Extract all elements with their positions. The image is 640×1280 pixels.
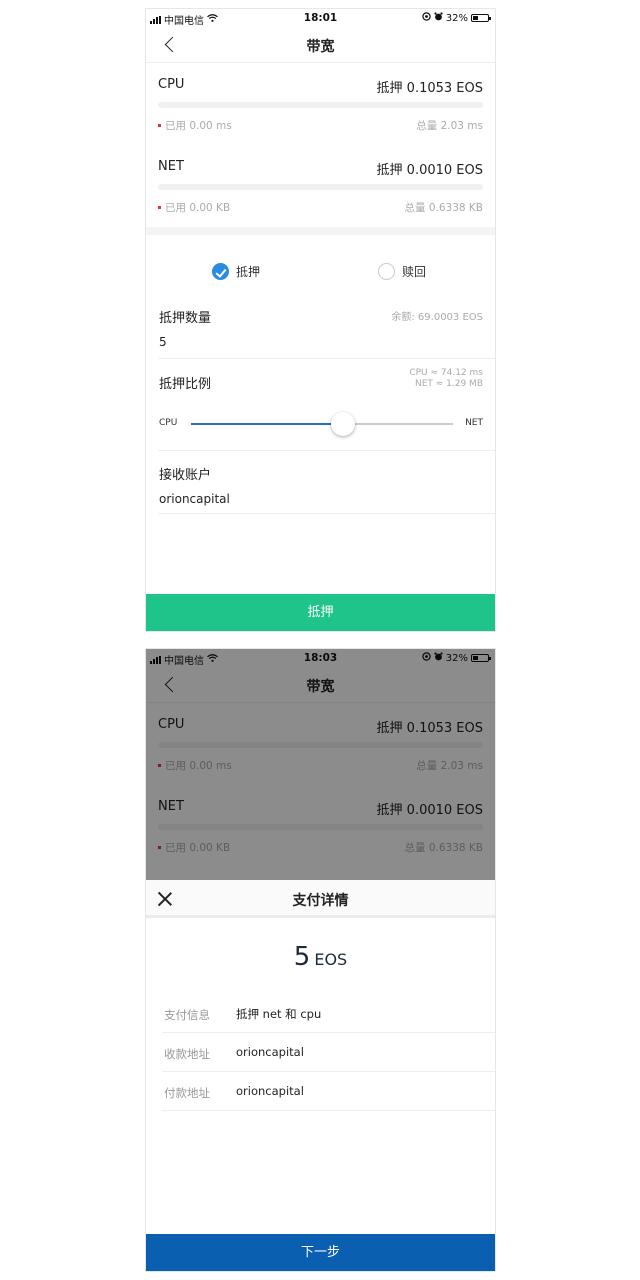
- sheet-header: 支付详情: [146, 880, 495, 918]
- bandwidth-screen: 中国电信 18:01 32% 带宽 CPU 抵押 0.1053 EOS 已用 0…: [145, 8, 496, 632]
- radio-empty-icon: [378, 263, 395, 280]
- section-divider: [146, 227, 495, 235]
- slider-cpu-label: CPU: [159, 418, 178, 428]
- net-used: 已用 0.00 KB: [165, 202, 231, 214]
- net-usage-bar: [158, 184, 483, 190]
- stake-radio-label: 抵押: [236, 265, 261, 279]
- battery-percent: 32%: [445, 12, 468, 24]
- amount-value: 5: [293, 942, 311, 972]
- status-bar: 中国电信 18:01 32%: [146, 9, 495, 27]
- unstake-radio-label: 赎回: [402, 265, 427, 279]
- amount-unit: EOS: [314, 950, 348, 969]
- stake-radio[interactable]: 抵押: [212, 263, 260, 280]
- sheet-title: 支付详情: [292, 893, 349, 909]
- alarm-icon: [434, 12, 443, 24]
- next-step-button[interactable]: 下一步: [146, 1234, 495, 1271]
- divider: [158, 450, 495, 451]
- cpu-staked: 抵押 0.1053 EOS: [376, 81, 483, 96]
- cpu-total: 总量 2.03 ms: [416, 120, 483, 132]
- receiver-label: 接收账户: [159, 468, 212, 483]
- receiver-input[interactable]: orioncapital: [159, 492, 230, 506]
- info-key: 支付信息: [164, 1008, 210, 1022]
- stake-amount-label: 抵押数量: [159, 311, 212, 326]
- info-value: orioncapital: [236, 1084, 304, 1098]
- cpu-usage-bar: [158, 102, 483, 108]
- ratio-label: 抵押比例: [159, 377, 212, 392]
- used-dot-icon: [158, 206, 161, 209]
- payment-details-screen: 中国电信 18:03 32% 带宽 CPU 抵押 0.1053 EOS 已用 0…: [145, 648, 496, 1272]
- unstake-radio[interactable]: 赎回: [378, 263, 426, 280]
- cpu-estimate: CPU ≈ 74.12 ms: [409, 368, 483, 378]
- info-value: 抵押 net 和 cpu: [236, 1007, 322, 1021]
- page-title: 带宽: [306, 39, 335, 55]
- balance-text: 余额: 69.0003 EOS: [391, 312, 483, 323]
- check-icon: [212, 263, 229, 280]
- net-estimate: NET ≈ 1.29 MB: [414, 379, 483, 389]
- mode-selector: 抵押 赎回: [146, 263, 495, 283]
- info-key: 付款地址: [164, 1086, 210, 1100]
- info-key: 收款地址: [164, 1047, 210, 1061]
- net-staked: 抵押 0.0010 EOS: [376, 163, 483, 178]
- info-row-pay-address: 付款地址 orioncapital: [162, 1072, 495, 1111]
- slider-thumb[interactable]: [330, 412, 355, 436]
- used-dot-icon: [158, 124, 161, 127]
- payment-sheet: 支付详情 5 EOS 支付信息 抵押 net 和 cpu 收款地址 orionca…: [146, 880, 495, 1271]
- net-total: 总量 0.6338 KB: [404, 202, 483, 214]
- info-row-payment-info: 支付信息 抵押 net 和 cpu: [162, 994, 495, 1033]
- slider-track[interactable]: [191, 412, 453, 436]
- slider-fill: [191, 423, 343, 425]
- slider-net-label: NET: [465, 418, 483, 428]
- divider: [158, 358, 495, 359]
- nav-bar: 带宽: [146, 27, 495, 63]
- divider: [158, 513, 495, 514]
- location-icon: [422, 12, 431, 24]
- battery-icon: [471, 14, 491, 22]
- cpu-label: CPU: [158, 77, 185, 92]
- stake-submit-button[interactable]: 抵押: [146, 594, 495, 631]
- ratio-slider: CPU NET: [159, 412, 483, 436]
- net-label: NET: [158, 159, 184, 174]
- cpu-used: 已用 0.00 ms: [165, 120, 232, 132]
- stake-amount-input[interactable]: 5: [159, 335, 167, 349]
- info-row-receive-address: 收款地址 orioncapital: [162, 1033, 495, 1072]
- info-value: orioncapital: [236, 1045, 304, 1059]
- payment-amount: 5 EOS: [146, 942, 495, 972]
- modal-backdrop[interactable]: [146, 649, 495, 880]
